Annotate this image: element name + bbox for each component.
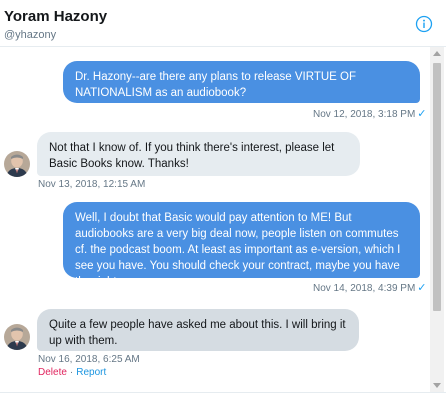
- message-bubble-sent[interactable]: Well, I doubt that Basic would pay atten…: [63, 202, 420, 288]
- message-text: Not that I know of. If you think there's…: [49, 142, 335, 170]
- conversation-header: Yoram Hazony @yhazony: [0, 0, 446, 47]
- message-text: Well, I doubt that Basic would pay atten…: [75, 212, 401, 288]
- message-bubble-received[interactable]: Not that I know of. If you think there's…: [37, 132, 360, 176]
- avatar-image: [4, 324, 30, 350]
- message-timestamp: Nov 16, 2018, 6:25 AM: [38, 354, 140, 365]
- avatar[interactable]: [4, 324, 30, 350]
- checkmark-icon: ✓: [417, 282, 427, 294]
- scrollbar[interactable]: [430, 47, 444, 392]
- checkmark-icon: ✓: [417, 108, 427, 120]
- message-bubble-sent[interactable]: Dr. Hazony--are there any plans to relea…: [63, 61, 420, 103]
- message-timestamp: Nov 12, 2018, 3:18 PM: [313, 109, 416, 120]
- separator: ·: [69, 367, 74, 378]
- report-link[interactable]: Report: [76, 367, 106, 378]
- scrollbar-thumb[interactable]: [433, 63, 441, 311]
- message-timestamp: Nov 13, 2018, 12:15 AM: [38, 179, 146, 190]
- scroll-down-arrow-icon[interactable]: [433, 383, 441, 388]
- message-actions: Delete · Report: [38, 367, 106, 378]
- divider: [0, 392, 446, 393]
- info-circle-icon[interactable]: [415, 15, 433, 33]
- message-meta: Nov 12, 2018, 3:18 PM ✓: [313, 107, 427, 120]
- message-thread[interactable]: Dr. Hazony--are there any plans to relea…: [0, 47, 430, 392]
- message-text: Quite a few people have asked me about t…: [49, 319, 346, 347]
- delete-link[interactable]: Delete: [38, 367, 67, 378]
- contact-handle[interactable]: @yhazony: [4, 29, 56, 41]
- contact-name[interactable]: Yoram Hazony: [4, 8, 107, 25]
- avatar-image: [4, 151, 30, 177]
- scroll-up-arrow-icon[interactable]: [433, 51, 441, 56]
- avatar[interactable]: [4, 151, 30, 177]
- message-bubble-received[interactable]: Quite a few people have asked me about t…: [37, 309, 359, 351]
- message-text: Dr. Hazony--are there any plans to relea…: [75, 71, 357, 99]
- message-timestamp: Nov 14, 2018, 4:39 PM: [313, 283, 416, 294]
- message-meta: Nov 14, 2018, 4:39 PM ✓: [313, 281, 427, 294]
